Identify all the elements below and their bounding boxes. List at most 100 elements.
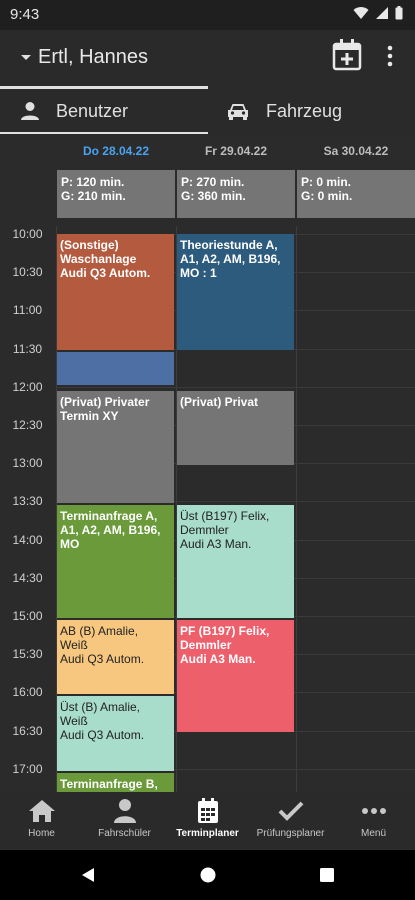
event-text-line: AB (B) Amalie,: [60, 623, 139, 638]
event-text-line: Waschanlage: [60, 252, 137, 266]
summary-g: G: 360 min.: [181, 189, 246, 203]
summary-g: G: 210 min.: [61, 189, 126, 203]
event-text-line: Demmler: [180, 523, 229, 538]
event-text-line: MO : 1: [180, 266, 217, 280]
day-summary-1: P: 270 min. G: 360 min.: [177, 170, 295, 218]
nav-terminplaner[interactable]: Terminplaner: [166, 798, 249, 839]
calendar-event[interactable]: (Sonstige) Waschanlage Audi Q3 Autom.: [57, 234, 174, 351]
calendar-add-icon[interactable]: [332, 38, 362, 72]
home-circle-icon[interactable]: [200, 867, 216, 883]
summary-p: P: 0 min.: [301, 175, 352, 189]
hour-label: 15:30: [12, 647, 43, 662]
active-tab-underline: [0, 132, 208, 134]
hour-label: 13:30: [12, 494, 43, 509]
event-text-line: PF (B197) Felix,: [180, 623, 270, 638]
nav-fahrschueler-label: Fahrschüler: [98, 828, 151, 839]
day-summary-2: P: 0 min. G: 0 min.: [297, 170, 415, 218]
hour-label: 16:00: [12, 685, 43, 700]
hour-label: 10:00: [12, 227, 43, 241]
event-text-line: A1, A2, AM, B196,: [60, 523, 161, 538]
person-icon: [21, 102, 39, 120]
summary-p: P: 270 min.: [181, 175, 245, 189]
event-text-line: Termin XY: [60, 408, 119, 423]
user-selector[interactable]: Ertl, Hannes: [20, 46, 148, 69]
tab-benutzer[interactable]: Benutzer: [20, 86, 128, 136]
status-icons: [353, 6, 403, 20]
event-text-line: Audi A3 Man.: [180, 651, 256, 666]
event-text-line: (Sonstige): [60, 238, 119, 252]
event-text-line: Demmler: [180, 637, 232, 652]
hour-label: 11:30: [12, 341, 43, 356]
event-text-line: Weiß: [60, 637, 88, 652]
event-text-line: Audi Q3 Autom.: [60, 651, 145, 666]
hour-label: 17:00: [12, 761, 43, 776]
calendar-event[interactable]: Üst (B) Amalie, Weiß Audi Q3 Autom.: [57, 696, 174, 771]
hour-label: 13:00: [12, 456, 43, 471]
event-text-line: (Privat) Privat: [180, 394, 259, 409]
calendar-event[interactable]: Terminanfrage A, A1, A2, AM, B196, MO: [57, 505, 174, 618]
calendar-event[interactable]: Terminanfrage B,: [57, 772, 174, 792]
bottom-navigation: Home Fahrschüler Terminplaner Prüfungspl…: [0, 792, 415, 850]
event-text-line: Üst (B) Amalie,: [60, 700, 141, 715]
event-text-line: Terminanfrage B,: [60, 776, 158, 791]
day-header-1[interactable]: Fr 29.04.22: [176, 144, 296, 158]
calendar-event[interactable]: Üst (B197) Felix, Demmler Audi A3 Man.: [177, 505, 294, 618]
nav-menue-label: Menü: [360, 828, 386, 839]
hour-label: 16:30: [12, 723, 43, 738]
nav-terminplaner-label: Terminplaner: [176, 828, 239, 839]
event-text-line: Audi A3 Man.: [180, 537, 252, 552]
event-text-line: Theoriestunde A,: [180, 238, 278, 252]
calendar-event[interactable]: PF (B197) Felix, Demmler Audi A3 Man.: [177, 619, 294, 733]
hour-label: 15:00: [12, 609, 43, 623]
tab-fahrzeug-label: Fahrzeug: [266, 100, 343, 121]
home-icon: [28, 800, 55, 822]
nav-fahrschueler[interactable]: Fahrschüler: [83, 798, 166, 839]
tab-benutzer-label: Benutzer: [56, 100, 129, 121]
status-bar: 9:43: [0, 0, 415, 30]
calendar-event[interactable]: [57, 352, 174, 385]
more-vert-icon[interactable]: [380, 42, 400, 70]
week-calendar[interactable]: Do 28.04.22 Fr 29.04.22 Sa 30.04.22 P: 1…: [0, 136, 415, 792]
day-header-0[interactable]: Do 28.04.22: [56, 144, 176, 158]
calendar-icon: [197, 798, 218, 823]
summary-p: P: 120 min.: [61, 175, 125, 189]
tab-fahrzeug[interactable]: Fahrzeug: [226, 86, 342, 136]
summary-g: G: 0 min.: [301, 189, 353, 203]
nav-menue[interactable]: Menü: [332, 798, 415, 839]
calendar-event[interactable]: AB (B) Amalie, Weiß Audi Q3 Autom.: [57, 619, 174, 695]
event-text-line: Terminanfrage A,: [60, 509, 158, 524]
event-text-line: MO: [60, 537, 80, 552]
hour-label: 12:30: [12, 418, 43, 432]
event-text-line: Audi Q3 Autom.: [60, 266, 151, 280]
nav-pruefungsplaner[interactable]: Prüfungsplaner: [249, 798, 332, 839]
hour-label: 14:00: [12, 532, 43, 547]
hour-gridline: [56, 386, 415, 388]
user-name: Ertl, Hannes: [38, 46, 149, 68]
car-icon: [228, 104, 248, 120]
hour-label: 14:30: [12, 570, 43, 585]
nav-pruefungsplaner-label: Prüfungsplaner: [256, 828, 325, 839]
recents-icon[interactable]: [320, 868, 334, 882]
dropdown-arrow-icon: [21, 54, 31, 60]
more-horiz-icon: [361, 808, 386, 814]
battery-icon: [395, 6, 403, 20]
event-text-line: Audi Q3 Autom.: [60, 728, 145, 743]
status-time: 9:43: [10, 6, 40, 23]
app-bar: Ertl, Hannes: [0, 30, 415, 86]
event-text-line: (Privat) Privater: [60, 394, 150, 409]
day-summary-0: P: 120 min. G: 210 min.: [57, 170, 175, 218]
hour-label: 11:00: [12, 303, 43, 318]
hour-label: 12:00: [12, 379, 43, 394]
event-text-line: Weiß: [60, 714, 88, 729]
person-icon: [113, 799, 136, 823]
calendar-event[interactable]: Theoriestunde A, A1, A2, AM, B196, MO : 1: [177, 234, 294, 351]
calendar-event[interactable]: (Privat) Privater Termin XY: [57, 390, 174, 504]
tab-bar: Benutzer Fahrzeug: [0, 86, 415, 136]
back-icon[interactable]: [80, 867, 96, 883]
day-header-2[interactable]: Sa 30.04.22: [296, 144, 415, 158]
system-navigation: [0, 850, 415, 900]
event-text-line: A1, A2, AM, B196,: [180, 252, 281, 266]
calendar-event[interactable]: (Privat) Privat: [177, 390, 294, 465]
nav-home-label: Home: [28, 828, 55, 839]
nav-home[interactable]: Home: [0, 798, 83, 839]
